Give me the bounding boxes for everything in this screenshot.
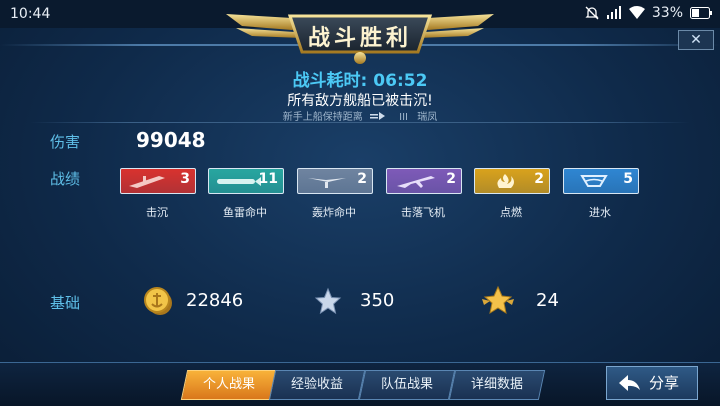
gold-star-icon xyxy=(482,285,514,315)
banner-title: 战斗胜利 xyxy=(307,26,412,51)
share-button[interactable]: 分享 xyxy=(606,366,698,400)
bomb-icon xyxy=(308,178,346,188)
tab-label: 详细数据 xyxy=(470,377,523,392)
record-count: 5 xyxy=(623,171,633,187)
tab-team[interactable]: 队伍战果 xyxy=(358,370,456,400)
battery-icon xyxy=(690,7,712,19)
gold-coin-icon xyxy=(144,287,172,315)
record-name-bomb: 轰炸命中 xyxy=(312,206,356,219)
record-name-fire: 点燃 xyxy=(500,206,522,219)
record-name-sink: 击沉 xyxy=(146,206,168,219)
record-badge-plane: 2 xyxy=(386,168,462,194)
battery-percent: 33% xyxy=(651,5,683,21)
record-badge-fire: 2 xyxy=(474,168,550,194)
record-badge-sink: 3 xyxy=(120,168,196,194)
base-silver-value: 350 xyxy=(360,290,395,311)
record-count: 3 xyxy=(180,171,190,187)
record-count: 11 xyxy=(258,171,278,187)
sunk-message: 所有敌方舰船已被击沉! xyxy=(287,93,433,109)
damage-value: 99048 xyxy=(136,128,206,152)
share-label: 分享 xyxy=(649,374,680,392)
duration-label: 战斗耗时: xyxy=(292,71,368,91)
tab-details[interactable]: 详细数据 xyxy=(448,370,546,400)
record-name-torpedo: 鱼雷命中 xyxy=(223,206,267,219)
fire-icon xyxy=(497,174,514,188)
plane-down-icon xyxy=(397,176,435,188)
tab-personal[interactable]: 个人战果 xyxy=(180,370,278,400)
duration-value: 06:52 xyxy=(373,71,428,91)
torpedo-icon xyxy=(217,177,261,186)
record-badge-bomb: 2 xyxy=(297,168,373,194)
tab-experience[interactable]: 经验收益 xyxy=(268,370,366,400)
close-icon: ✕ xyxy=(690,32,702,48)
record-badge-flood: 5 xyxy=(563,168,639,194)
record-name-plane: 击落飞机 xyxy=(401,206,445,219)
battle-duration: 战斗耗时: 06:52 xyxy=(0,66,720,91)
wifi-icon xyxy=(628,6,645,19)
damage-label: 伤害 xyxy=(50,133,81,151)
base-star-value: 24 xyxy=(536,290,559,311)
status-time: 10:44 xyxy=(10,6,51,22)
record-count: 2 xyxy=(534,171,544,187)
record-count: 2 xyxy=(357,171,367,187)
tab-label: 队伍战果 xyxy=(380,377,433,392)
signal-icon xyxy=(606,6,621,19)
share-arrow-icon xyxy=(619,375,640,391)
divider xyxy=(30,122,690,123)
hint-line: 新手上船保持距离 III 瑞凤 xyxy=(0,108,720,123)
close-button[interactable]: ✕ xyxy=(678,30,714,50)
tab-label: 经验收益 xyxy=(290,377,343,392)
record-name-flood: 进水 xyxy=(589,206,611,219)
base-coin-value: 22846 xyxy=(186,290,244,311)
mute-icon xyxy=(585,6,599,20)
base-label: 基础 xyxy=(50,294,81,312)
sinking-ship-icon xyxy=(129,176,165,188)
record-badge-torpedo: 11 xyxy=(208,168,284,194)
silver-star-icon xyxy=(314,287,342,315)
arrow-icon xyxy=(369,112,385,120)
record-count: 2 xyxy=(446,171,456,187)
record-label: 战绩 xyxy=(50,170,81,188)
flood-icon xyxy=(580,175,608,187)
victory-banner: 战斗胜利 xyxy=(222,4,498,66)
tab-label: 个人战果 xyxy=(202,377,255,392)
